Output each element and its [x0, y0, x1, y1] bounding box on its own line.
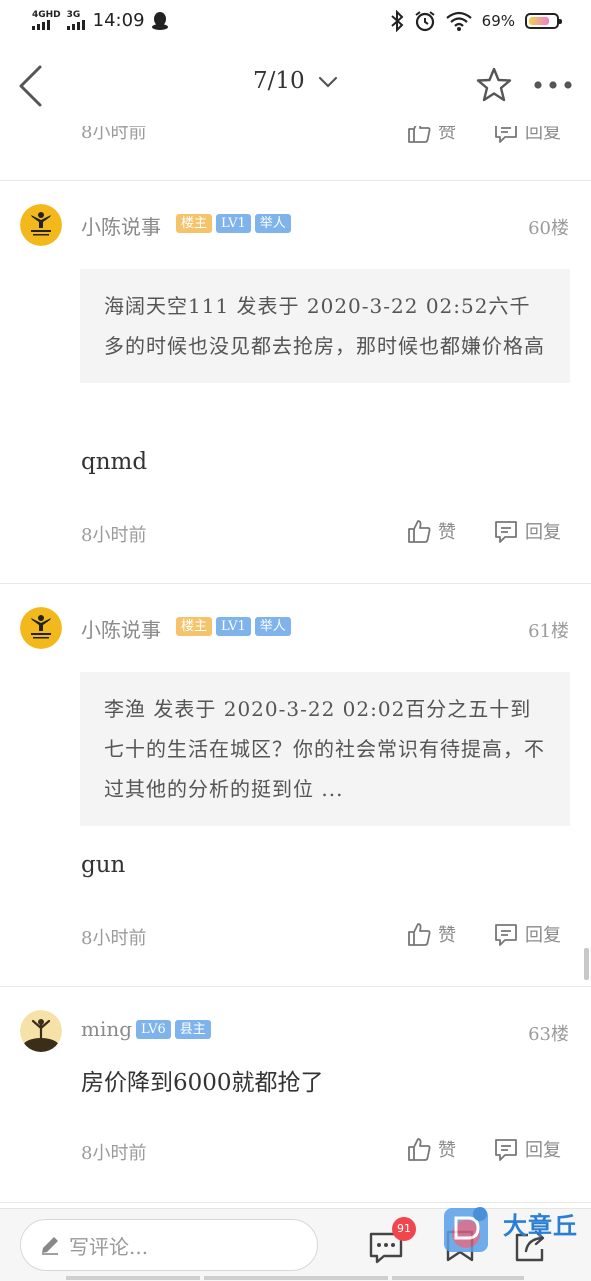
home-indicator	[66, 1276, 200, 1280]
thumbs-up-icon	[408, 126, 431, 143]
comment-icon	[495, 924, 517, 946]
reply-button[interactable]: 回复	[493, 126, 561, 144]
quoted-reply: 海阔天空111 发表于 2020-3-22 02:52六千多的时候也没见都去抢房…	[80, 269, 570, 383]
tag-rank: 县主	[174, 1020, 211, 1039]
like-label: 赞	[438, 925, 456, 946]
avatar[interactable]	[20, 204, 62, 246]
user-tags: LV6 县主	[136, 1020, 211, 1039]
reply-button[interactable]: 回复	[493, 1136, 561, 1162]
post-time: 8小时前	[81, 928, 147, 949]
user-tags: 楼主 LV1 举人	[176, 214, 291, 233]
reply-label: 回复	[525, 1140, 561, 1161]
reply-button[interactable]: 回复	[493, 921, 561, 947]
avatar-image	[20, 607, 62, 649]
thread-content: 8小时前 赞 回复 小陈说事 楼主 LV1 举人 60楼 海阔天空111 发表于…	[0, 126, 591, 1208]
thumbs-up-icon	[408, 520, 431, 543]
home-indicator	[392, 1276, 524, 1280]
tag-owner: 楼主	[176, 617, 213, 636]
signal-bars-icon	[32, 20, 50, 30]
home-indicator	[204, 1276, 388, 1280]
comment-icon	[495, 126, 517, 143]
quoted-reply: 李渔 发表于 2020-3-22 02:02百分之五十到七十的生活在城区？你的社…	[80, 672, 570, 826]
bluetooth-icon	[390, 10, 404, 32]
comment-placeholder: 写评论...	[69, 1234, 149, 1259]
like-label: 赞	[438, 126, 456, 143]
like-button[interactable]: 赞	[406, 126, 456, 144]
like-label: 赞	[438, 1140, 456, 1161]
tag-level: LV6	[136, 1020, 171, 1039]
like-button[interactable]: 赞	[406, 518, 456, 544]
battery-percent: 69%	[481, 12, 515, 30]
post-time: 8小时前	[81, 126, 147, 143]
reply-label: 回复	[525, 522, 561, 543]
page-indicator: 7/10	[253, 68, 305, 94]
comment-count-badge: 91	[392, 1217, 416, 1241]
tag-rank: 举人	[254, 617, 291, 636]
username[interactable]: 小陈说事	[81, 614, 161, 643]
comment-icon	[495, 1139, 517, 1161]
post-item: 小陈说事 楼主 LV1 举人 61楼 李渔 发表于 2020-3-22 02:0…	[0, 584, 591, 987]
username[interactable]: 小陈说事	[81, 211, 161, 240]
status-right: 69%	[390, 10, 562, 32]
tag-rank: 举人	[254, 214, 291, 233]
tag-owner: 楼主	[176, 214, 213, 233]
floor-number: 63楼	[528, 1024, 569, 1045]
avatar-image	[20, 1010, 62, 1052]
network-4g-label: 4GHD	[32, 10, 61, 20]
reply-button[interactable]: 回复	[493, 518, 561, 544]
qq-icon	[151, 11, 168, 30]
favorite-star-icon[interactable]	[475, 66, 513, 104]
post-time: 8小时前	[81, 1143, 147, 1164]
alarm-icon	[415, 11, 435, 32]
post-text: qnmd	[81, 449, 148, 475]
network-3g-label: 3G	[66, 10, 81, 20]
battery-icon	[525, 13, 562, 29]
reply-label: 回复	[525, 126, 561, 143]
clock: 14:09	[92, 10, 145, 31]
user-tags: 楼主 LV1 举人	[176, 617, 291, 636]
thumbs-up-icon	[408, 1138, 431, 1161]
comment-input[interactable]: 写评论...	[20, 1219, 318, 1271]
comment-icon	[495, 521, 517, 543]
post-text: gun	[81, 852, 126, 878]
post-item: 小陈说事 楼主 LV1 举人 60楼 海阔天空111 发表于 2020-3-22…	[0, 181, 591, 584]
post-text: 房价降到6000就都抢了	[81, 1070, 324, 1096]
post-time: 8小时前	[81, 525, 147, 546]
username[interactable]: ming	[81, 1017, 132, 1041]
like-label: 赞	[438, 522, 456, 543]
floor-number: 60楼	[528, 218, 569, 239]
pencil-icon	[42, 1237, 58, 1255]
tag-level: LV1	[216, 214, 251, 233]
wifi-icon	[445, 11, 472, 31]
tag-level: LV1	[216, 617, 251, 636]
like-button[interactable]: 赞	[406, 921, 456, 947]
status-left: 4GHD 3G 14:09	[32, 10, 169, 31]
like-button[interactable]: 赞	[406, 1136, 456, 1162]
watermark-text: 大章丘	[503, 1212, 578, 1240]
avatar[interactable]	[20, 1010, 62, 1052]
status-bar: 4GHD 3G 14:09 69%	[0, 0, 591, 46]
avatar-image	[20, 204, 62, 246]
signal-bars-icon	[66, 20, 85, 30]
floor-number: 61楼	[528, 621, 569, 642]
nav-bar: 7/10	[0, 46, 591, 126]
network-4g: 4GHD	[32, 11, 61, 30]
chevron-down-icon	[318, 76, 338, 88]
more-options-icon[interactable]	[532, 78, 574, 92]
thumbs-up-icon	[408, 923, 431, 946]
scrollbar[interactable]	[584, 948, 589, 980]
post-item: ming LV6 县主 63楼 房价降到6000就都抢了 8小时前 赞 回复	[0, 987, 591, 1202]
reply-label: 回复	[525, 925, 561, 946]
network-3g: 3G	[66, 10, 85, 30]
avatar[interactable]	[20, 607, 62, 649]
